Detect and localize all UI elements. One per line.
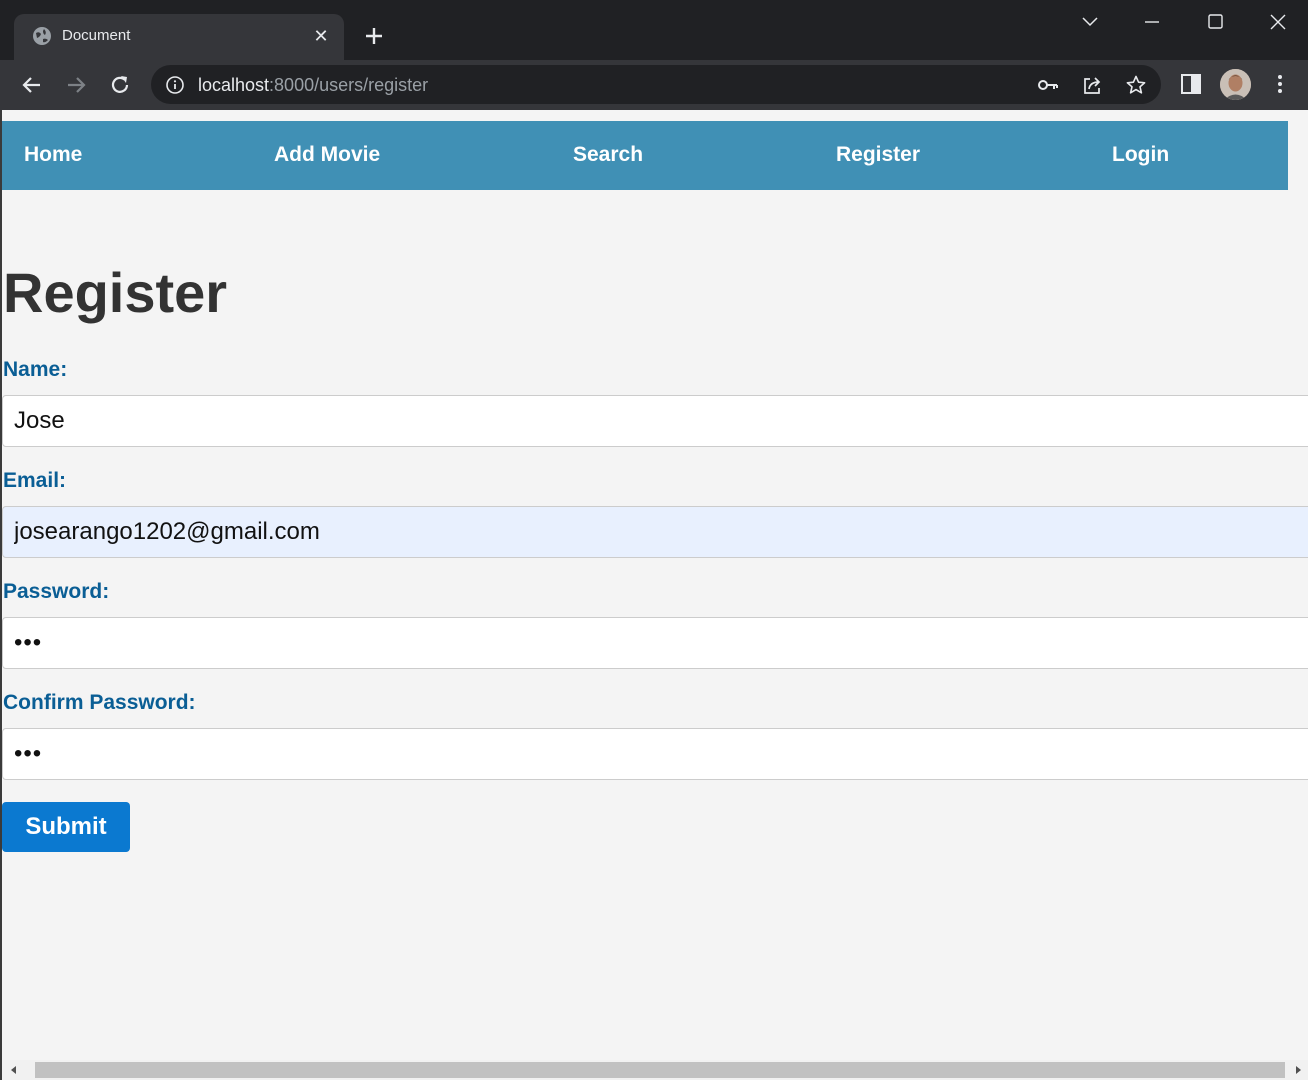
- tab-list-icon[interactable]: [1075, 8, 1105, 36]
- site-navbar: Home Add Movie Search Register Login: [2, 121, 1288, 190]
- share-icon[interactable]: [1081, 74, 1103, 96]
- url-path: :8000/users/register: [269, 75, 429, 95]
- scroll-left-arrow-icon[interactable]: [8, 1064, 20, 1076]
- reload-icon[interactable]: [107, 72, 133, 98]
- name-input[interactable]: [2, 395, 1308, 447]
- new-tab-icon[interactable]: [360, 22, 388, 50]
- confirm-password-input[interactable]: [2, 728, 1308, 780]
- password-input[interactable]: [2, 617, 1308, 669]
- browser-tab[interactable]: Document ✕: [14, 14, 344, 60]
- profile-avatar[interactable]: [1220, 69, 1251, 100]
- back-icon[interactable]: [19, 72, 45, 98]
- tab-strip: Document ✕: [0, 0, 1308, 60]
- horizontal-scrollbar[interactable]: [2, 1060, 1308, 1080]
- minimize-icon[interactable]: [1137, 8, 1167, 36]
- globe-icon: [33, 27, 51, 45]
- scrollbar-thumb[interactable]: [35, 1062, 1285, 1078]
- confirm-password-label: Confirm Password:: [3, 691, 196, 714]
- submit-button[interactable]: Submit: [2, 802, 130, 852]
- page-viewport: Home Add Movie Search Register Login Reg…: [2, 110, 1308, 1080]
- url-text[interactable]: localhost:8000/users/register: [198, 75, 428, 96]
- email-label: Email:: [3, 469, 67, 492]
- page-title: Register: [3, 261, 228, 324]
- bookmark-star-icon[interactable]: [1125, 74, 1147, 96]
- password-label: Password:: [3, 580, 110, 603]
- nav-home-link[interactable]: Home: [24, 143, 82, 167]
- nav-login-link[interactable]: Login: [1112, 143, 1169, 167]
- forward-icon[interactable]: [63, 72, 89, 98]
- address-bar[interactable]: localhost:8000/users/register: [151, 65, 1161, 104]
- nav-register-link[interactable]: Register: [836, 143, 920, 167]
- window-close-icon[interactable]: [1263, 8, 1293, 36]
- site-info-icon[interactable]: [165, 75, 185, 95]
- tab-close-icon[interactable]: ✕: [310, 25, 332, 47]
- menu-icon[interactable]: [1268, 72, 1292, 96]
- nav-add-movie-link[interactable]: Add Movie: [274, 143, 380, 167]
- maximize-icon[interactable]: [1200, 8, 1230, 36]
- name-label: Name:: [3, 358, 68, 381]
- avatar-face-icon: [1220, 69, 1251, 100]
- email-input[interactable]: [2, 506, 1308, 558]
- browser-toolbar: localhost:8000/users/register: [0, 60, 1308, 110]
- tab-title: Document: [62, 27, 131, 44]
- nav-search-link[interactable]: Search: [573, 143, 643, 167]
- scroll-right-arrow-icon[interactable]: [1292, 1064, 1304, 1076]
- url-host: localhost: [198, 75, 270, 95]
- password-key-icon[interactable]: [1037, 74, 1059, 96]
- side-panel-icon[interactable]: [1179, 72, 1203, 96]
